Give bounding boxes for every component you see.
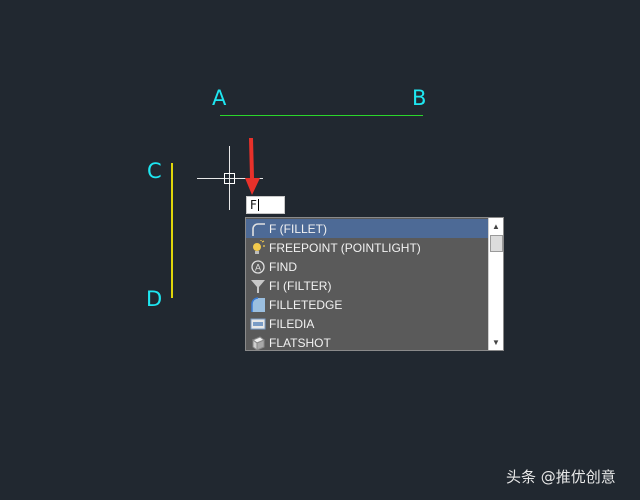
pointlight-icon [249, 239, 267, 256]
autocomplete-item-find[interactable]: A FIND [246, 257, 488, 276]
command-input-value: F [250, 198, 257, 212]
red-arrow-icon [245, 138, 260, 195]
filletedge-icon [249, 296, 267, 313]
scroll-up-arrow-icon[interactable]: ▲ [489, 219, 503, 233]
scrollbar-thumb[interactable] [490, 235, 503, 252]
find-icon: A [249, 258, 267, 275]
autocomplete-item-label: F (FILLET) [269, 221, 328, 236]
autocomplete-item-label: FI (FILTER) [269, 278, 332, 293]
cursor-pickbox [224, 173, 235, 184]
autocomplete-item-label: FILLETEDGE [269, 297, 343, 312]
autocomplete-item-filletedge[interactable]: FILLETEDGE [246, 295, 488, 314]
autocomplete-item-label: FIND [269, 259, 297, 274]
line-ab[interactable] [220, 115, 423, 116]
scroll-down-arrow-icon[interactable]: ▼ [489, 335, 503, 349]
point-label-c: C [147, 159, 162, 183]
flatshot-icon [249, 334, 267, 351]
autocomplete-item-flatshot[interactable]: FLATSHOT [246, 333, 488, 352]
command-input[interactable]: F [246, 196, 285, 214]
point-label-a: A [212, 86, 227, 110]
point-label-b: B [412, 86, 427, 110]
drawing-canvas[interactable]: A B C D F F (FILLET) FREEPOINT (POINTLIG… [0, 0, 640, 500]
autocomplete-scrollbar[interactable]: ▲ ▼ [488, 218, 503, 350]
svg-text:A: A [255, 262, 261, 272]
filedia-icon [249, 315, 267, 332]
autocomplete-item-filter[interactable]: FI (FILTER) [246, 276, 488, 295]
filter-icon [249, 277, 267, 294]
autocomplete-item-label: FLATSHOT [269, 335, 331, 350]
autocomplete-item-freepoint[interactable]: FREEPOINT (POINTLIGHT) [246, 238, 488, 257]
autocomplete-item-filedia[interactable]: FILEDIA [246, 314, 488, 333]
point-label-d: D [146, 287, 163, 311]
autocomplete-item-fillet[interactable]: F (FILLET) [246, 219, 488, 238]
watermark: 头条 @推优创意 [506, 468, 616, 486]
autocomplete-list[interactable]: F (FILLET) FREEPOINT (POINTLIGHT) A FIND… [245, 217, 504, 351]
fillet-icon [249, 220, 267, 237]
line-cd[interactable] [171, 163, 173, 298]
text-caret [257, 199, 259, 211]
autocomplete-item-label: FREEPOINT (POINTLIGHT) [269, 240, 421, 255]
autocomplete-item-label: FILEDIA [269, 316, 315, 331]
